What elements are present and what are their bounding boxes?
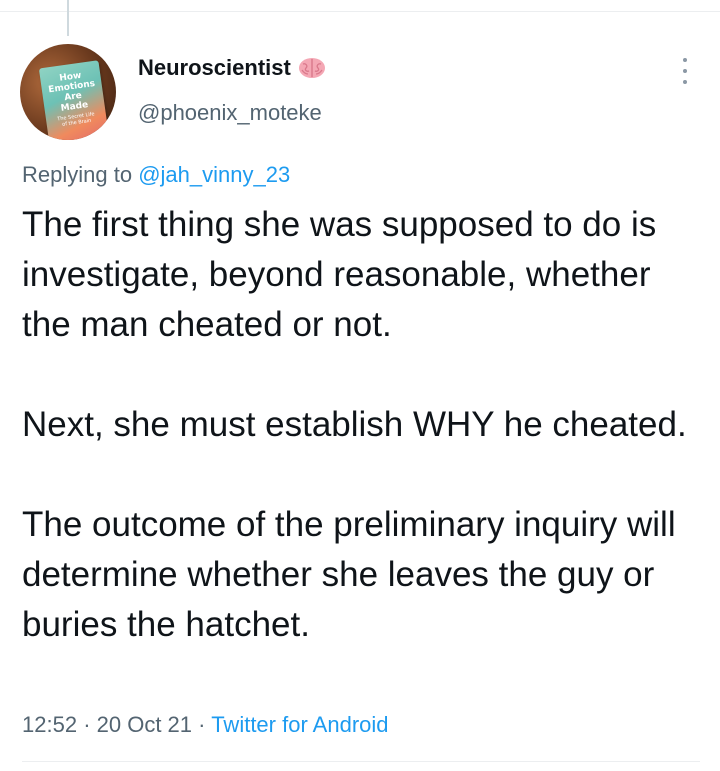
tweet-meta: 12:52 · 20 Oct 21 · Twitter for Android (22, 712, 389, 738)
avatar[interactable]: How Emotions Are Made The Secret Life of… (20, 44, 116, 140)
thread-connector-line (67, 0, 69, 36)
more-options-icon[interactable] (676, 58, 694, 84)
tweet-paragraph: The outcome of the preliminary inquiry w… (22, 505, 676, 644)
brain-icon (297, 55, 327, 81)
reply-mention-link[interactable]: @jah_vinny_23 (138, 162, 290, 187)
author-handle[interactable]: @phoenix_moteke (138, 100, 322, 126)
avatar-book-title: How Emotions Are Made (47, 70, 96, 114)
author-name-row[interactable]: Neuroscientist (138, 55, 327, 81)
top-divider (0, 11, 720, 12)
tweet-text: The first thing she was supposed to do i… (22, 200, 702, 650)
tweet-source-link[interactable]: Twitter for Android (211, 712, 388, 737)
tweet-paragraph: The first thing she was supposed to do i… (22, 205, 657, 344)
avatar-book-cover: How Emotions Are Made The Secret Life of… (38, 60, 110, 140)
replying-to: Replying to @jah_vinny_23 (22, 162, 290, 188)
tweet-paragraph: Next, she must establish WHY he cheated. (22, 405, 687, 444)
meta-separator: · (198, 712, 206, 737)
bottom-divider (22, 761, 700, 762)
replying-prefix: Replying to (22, 162, 133, 187)
meta-separator: · (83, 712, 91, 737)
tweet-date[interactable]: 20 Oct 21 (97, 712, 192, 737)
display-name[interactable]: Neuroscientist (138, 55, 291, 81)
tweet-time[interactable]: 12:52 (22, 712, 77, 737)
